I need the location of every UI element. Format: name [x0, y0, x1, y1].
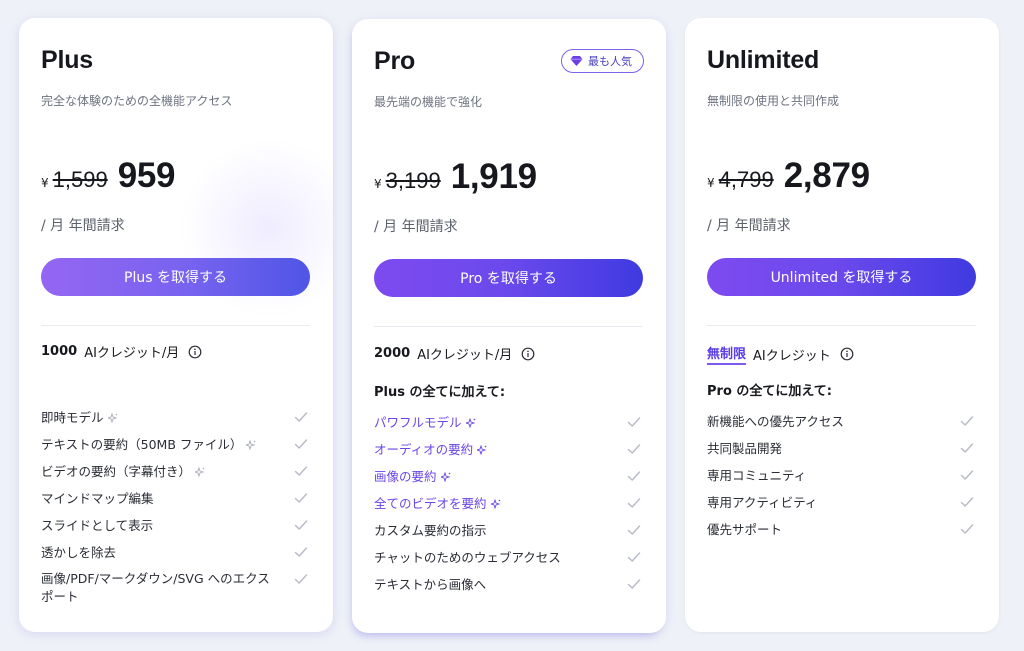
plan-name: Plus: [41, 46, 93, 74]
check-icon: [627, 498, 641, 508]
original-price: 3,199: [385, 168, 441, 193]
list-item: チャットのためのウェブアクセス: [374, 544, 643, 571]
credits-label: AIクレジット/月: [84, 346, 180, 361]
original-price: 4,799: [718, 167, 774, 192]
credits-amount: 無制限: [707, 343, 747, 365]
info-icon[interactable]: [840, 347, 854, 361]
list-item: オーディオの要約: [374, 436, 643, 463]
discounted-price: 2,879: [783, 156, 870, 195]
currency-symbol: ¥: [374, 177, 382, 191]
check-icon: [294, 466, 308, 476]
list-item: パワフルモデル: [374, 409, 643, 436]
list-item: カスタム要約の指示: [374, 517, 643, 544]
feature-list: 即時モデル テキストの要約（50MB ファイル） ビデオの要約（字幕付き） マイ…: [41, 404, 310, 606]
check-icon: [294, 547, 308, 557]
price-row: ¥ 1,599 959: [41, 156, 176, 196]
discounted-price: 959: [117, 156, 176, 195]
sparkle-icon: [246, 439, 256, 450]
get-unlimited-button[interactable]: Unlimited を取得する: [707, 258, 976, 296]
check-icon: [294, 574, 308, 584]
sparkle-icon: [195, 466, 205, 477]
feature-list: 新機能への優先アクセス 共同製品開発 専用コミュニティ 専用アクティビティ 優先…: [707, 408, 976, 543]
check-icon: [627, 471, 641, 481]
list-item: 新機能への優先アクセス: [707, 408, 976, 435]
list-item: ビデオの要約（字幕付き）: [41, 458, 310, 485]
check-icon: [294, 439, 308, 449]
original-price: 1,599: [52, 167, 108, 192]
billing-period: / 月 年間請求: [374, 219, 458, 235]
sparkle-icon: [477, 444, 487, 455]
check-icon: [627, 579, 641, 589]
list-item: 専用アクティビティ: [707, 489, 976, 516]
list-item: 画像/PDF/マークダウン/SVG へのエクスポート: [41, 566, 310, 606]
sparkle-icon: [107, 412, 117, 423]
list-item: 専用コミュニティ: [707, 462, 976, 489]
check-icon: [960, 416, 974, 426]
list-item: 透かしを除去: [41, 539, 310, 566]
check-icon: [294, 412, 308, 422]
info-icon[interactable]: [188, 345, 202, 359]
list-item: 優先サポート: [707, 516, 976, 543]
list-item: マインドマップ編集: [41, 485, 310, 512]
list-item: 共同製品開発: [707, 435, 976, 462]
check-icon: [627, 444, 641, 454]
credits-amount: 2000: [374, 346, 411, 361]
divider: [707, 325, 976, 326]
check-icon: [960, 443, 974, 453]
ai-credits: 無制限 AIクレジット: [707, 343, 854, 365]
credits-amount: 1000: [41, 344, 78, 359]
get-pro-button[interactable]: Pro を取得する: [374, 259, 643, 297]
sparkle-icon: [440, 471, 450, 482]
credits-label: AIクレジット/月: [417, 348, 513, 363]
info-icon[interactable]: [521, 347, 535, 361]
plan-card-plus: Plus 完全な体験のための全機能アクセス ¥ 1,599 959 / 月 年間…: [19, 18, 333, 632]
list-item: テキストの要約（50MB ファイル）: [41, 431, 310, 458]
feature-list: パワフルモデル オーディオの要約 画像の要約 全てのビデオを要約 カスタム要約の…: [374, 409, 643, 598]
plan-description: 無制限の使用と共同作成: [707, 94, 840, 108]
list-item: スライドとして表示: [41, 512, 310, 539]
check-icon: [627, 552, 641, 562]
ai-credits: 2000 AIクレジット/月: [374, 344, 535, 363]
check-icon: [627, 417, 641, 427]
ai-credits: 1000 AIクレジット/月: [41, 342, 202, 361]
check-icon: [960, 470, 974, 480]
discounted-price: 1,919: [450, 157, 537, 196]
list-item: 即時モデル: [41, 404, 310, 431]
divider: [374, 326, 643, 327]
price-row: ¥ 4,799 2,879: [707, 156, 870, 196]
list-item: テキストから画像へ: [374, 571, 643, 598]
divider: [41, 325, 310, 326]
section-heading: Pro の全てに加えて:: [707, 384, 832, 399]
sparkle-icon: [490, 498, 500, 509]
diamond-icon: [570, 56, 583, 66]
plan-name: Unlimited: [707, 46, 820, 74]
check-icon: [627, 525, 641, 535]
currency-symbol: ¥: [707, 176, 715, 190]
plan-card-unlimited: Unlimited 無制限の使用と共同作成 ¥ 4,799 2,879 / 月 …: [685, 18, 999, 632]
billing-period: / 月 年間請求: [41, 218, 125, 234]
list-item: 画像の要約: [374, 463, 643, 490]
badge-label: 最も人気: [588, 55, 632, 68]
billing-period: / 月 年間請求: [707, 218, 791, 234]
credits-label: AIクレジット: [753, 348, 831, 364]
section-heading: Plus の全てに加えて:: [374, 385, 506, 400]
check-icon: [294, 493, 308, 503]
plan-card-pro: Pro 最も人気 最先端の機能で強化 ¥ 3,199 1,919 / 月 年間請…: [352, 19, 666, 633]
check-icon: [960, 524, 974, 534]
check-icon: [294, 520, 308, 530]
sparkle-icon: [465, 417, 475, 428]
list-item: 全てのビデオを要約: [374, 490, 643, 517]
plan-description: 完全な体験のための全機能アクセス: [41, 94, 233, 108]
price-row: ¥ 3,199 1,919: [374, 157, 537, 197]
currency-symbol: ¥: [41, 176, 49, 190]
get-plus-button[interactable]: Plus を取得する: [41, 258, 310, 296]
check-icon: [960, 497, 974, 507]
plan-name: Pro: [374, 47, 416, 75]
most-popular-badge: 最も人気: [561, 49, 644, 73]
plan-description: 最先端の機能で強化: [374, 95, 483, 109]
